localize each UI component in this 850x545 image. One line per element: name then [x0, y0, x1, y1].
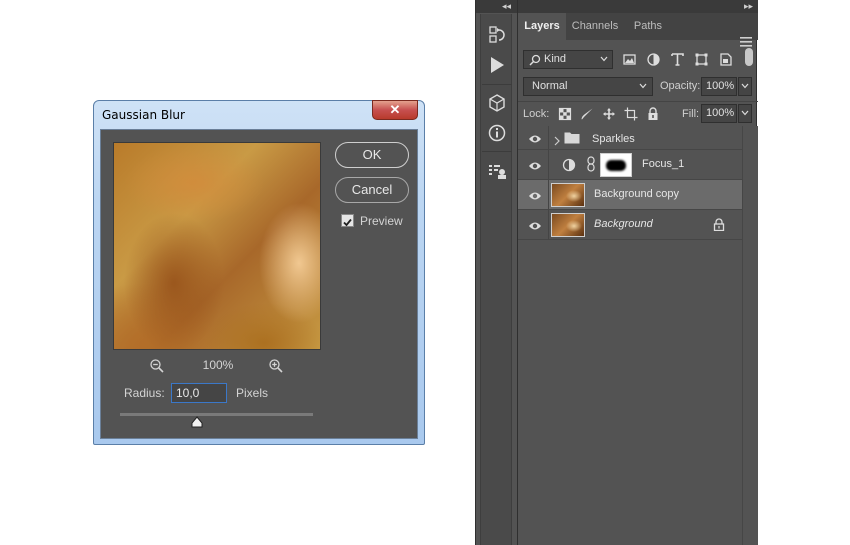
layer-thumbnail[interactable]	[551, 213, 585, 237]
layer-name: Background	[594, 218, 653, 230]
chevron-down-icon	[741, 83, 749, 89]
layer-divider	[548, 180, 549, 210]
layer-divider	[548, 126, 549, 150]
visibility-eye-icon[interactable]	[528, 189, 542, 201]
gaussian-blur-dialog: Gaussian Blur ✕ 100% Radius: 10,0 Pixels…	[93, 100, 425, 445]
visibility-eye-icon[interactable]	[528, 219, 542, 231]
opacity-dropdown[interactable]	[738, 77, 752, 96]
visibility-eye-icon[interactable]	[528, 132, 542, 144]
lock-artboard-icon[interactable]	[624, 107, 638, 121]
strip-divider	[482, 84, 512, 85]
panel-dock-strip: ◂◂	[475, 0, 517, 545]
radius-label: Radius:	[124, 386, 165, 400]
padlock-icon	[713, 218, 725, 236]
filter-kind-select[interactable]: Kind	[523, 50, 613, 69]
filter-adjustment-icon[interactable]	[646, 52, 661, 67]
panel-tabs: Layers Channels Paths	[518, 13, 758, 47]
filter-type-icon[interactable]	[670, 52, 685, 67]
layer-row-background[interactable]: Background	[518, 210, 742, 240]
filter-toggle[interactable]	[745, 48, 753, 66]
zoom-in-icon[interactable]	[268, 358, 284, 374]
blend-row: Normal Opacity: 100%	[518, 75, 758, 97]
layer-row-background-copy[interactable]: Background copy	[518, 180, 742, 210]
blend-mode-select[interactable]: Normal	[523, 77, 653, 96]
filter-pixel-icon[interactable]	[622, 52, 637, 67]
filter-kind-label: Kind	[544, 53, 567, 65]
opacity-label: Opacity:	[660, 80, 701, 92]
search-icon	[529, 54, 541, 66]
fill-dropdown[interactable]	[738, 104, 752, 123]
layers-scrollbar[interactable]	[742, 126, 758, 545]
filter-smart-object-icon[interactable]	[718, 52, 733, 67]
tab-channels[interactable]: Channels	[568, 13, 622, 40]
blur-preview-image[interactable]	[113, 142, 321, 350]
layers-panel: ▸▸ Layers Channels Paths Kind Normal Opa…	[517, 0, 758, 545]
blend-mode-label: Normal	[532, 80, 568, 92]
chevron-down-icon	[639, 83, 647, 89]
folder-icon	[564, 131, 580, 149]
fill-label: Fill:	[682, 108, 700, 120]
fill-input[interactable]: 100%	[701, 104, 737, 123]
chevron-down-icon	[600, 56, 608, 62]
radius-input[interactable]: 10,0	[171, 383, 227, 403]
dialog-title: Gaussian Blur	[102, 108, 185, 122]
panel-header: ▸▸	[518, 0, 758, 13]
strip-divider	[482, 151, 512, 152]
layer-mask-thumbnail[interactable]	[600, 153, 632, 177]
radius-unit-label: Pixels	[236, 386, 269, 400]
zoom-level: 100%	[202, 358, 234, 372]
lock-label: Lock:	[523, 108, 550, 120]
chevron-right-icon[interactable]	[554, 133, 560, 151]
cancel-button[interactable]: Cancel	[335, 177, 409, 203]
tab-paths[interactable]: Paths	[624, 13, 672, 40]
tab-layers[interactable]: Layers	[518, 13, 566, 40]
layer-divider	[548, 210, 549, 240]
lock-row: Lock: Fill: 100%	[518, 101, 758, 125]
ok-button[interactable]: OK	[335, 142, 409, 168]
info-icon[interactable]	[486, 122, 508, 144]
collapse-right-icon[interactable]: ▸▸	[744, 1, 753, 12]
preview-label: Preview	[360, 214, 403, 228]
lock-pixels-brush-icon[interactable]	[580, 107, 594, 121]
adjustment-layer-icon	[562, 158, 576, 177]
history-icon[interactable]	[486, 24, 508, 46]
close-button[interactable]: ✕	[372, 100, 418, 120]
filter-row: Kind	[518, 46, 758, 72]
layer-divider	[548, 150, 549, 180]
chevron-down-icon	[741, 110, 749, 116]
zoom-out-icon[interactable]	[149, 358, 165, 374]
opacity-input[interactable]: 100%	[701, 77, 737, 96]
visibility-eye-icon[interactable]	[528, 159, 542, 171]
collapse-left-icon[interactable]: ◂◂	[502, 1, 511, 12]
lock-transparency-icon[interactable]	[558, 107, 572, 121]
chain-link-icon[interactable]	[587, 156, 595, 177]
filter-shape-icon[interactable]	[694, 52, 709, 67]
layer-row-sparkles[interactable]: Sparkles	[518, 126, 742, 150]
preview-checkbox[interactable]	[341, 214, 354, 227]
layer-name: Sparkles	[592, 133, 635, 145]
layer-thumbnail[interactable]	[551, 183, 585, 207]
layer-name: Focus_1	[642, 158, 685, 170]
lock-position-move-icon[interactable]	[602, 107, 616, 121]
3d-cube-icon[interactable]	[486, 92, 508, 114]
properties-icon[interactable]	[486, 160, 508, 182]
layer-row-focus[interactable]: Focus_1	[518, 150, 742, 180]
screen: Gaussian Blur ✕ 100% Radius: 10,0 Pixels…	[0, 0, 850, 545]
actions-play-icon[interactable]	[486, 54, 508, 76]
strip-header: ◂◂	[476, 0, 517, 13]
layer-name: Background copy	[594, 188, 679, 200]
radius-slider-thumb[interactable]	[191, 415, 203, 428]
lock-all-icon[interactable]	[646, 107, 660, 121]
panel-menu-icon[interactable]	[740, 34, 752, 47]
radius-slider-track[interactable]	[120, 413, 313, 416]
dialog-body: 100% Radius: 10,0 Pixels OK Cancel Previ…	[100, 129, 418, 439]
